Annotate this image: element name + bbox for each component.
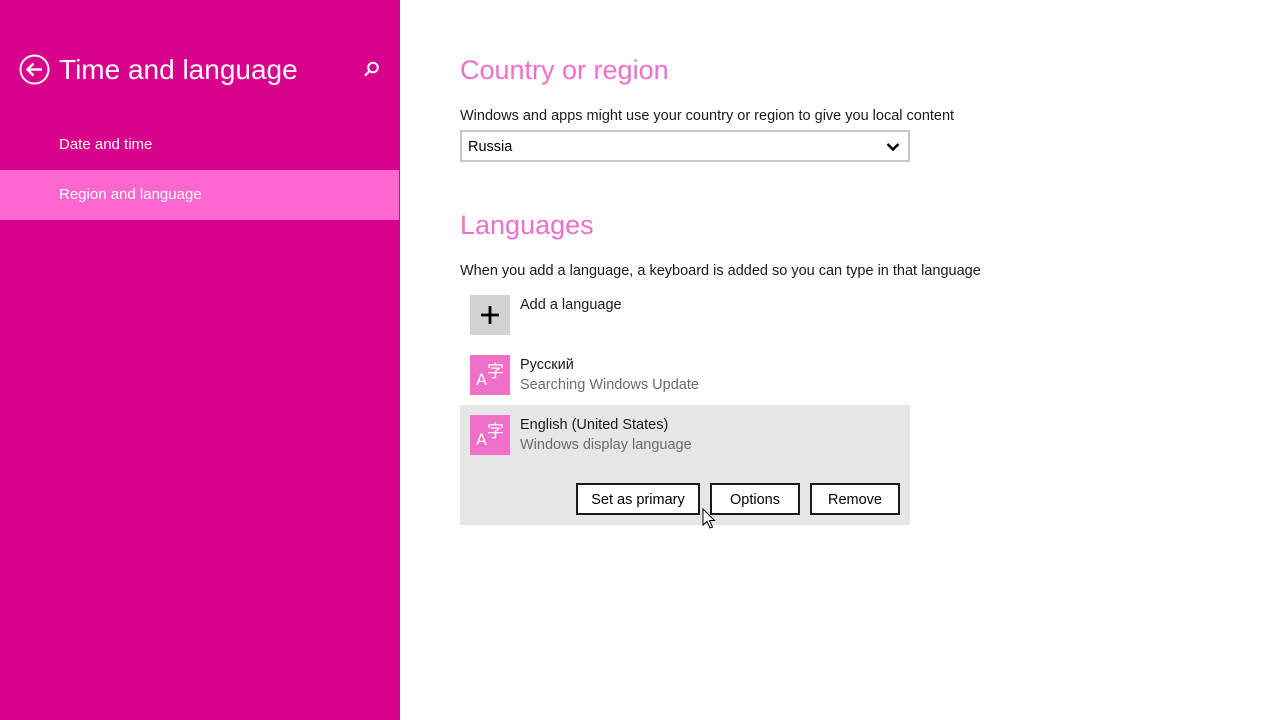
- page-title: Time and language: [59, 54, 298, 85]
- language-item-russian[interactable]: A 字 Русский Searching Windows Update: [460, 350, 910, 410]
- languages-section-title: Languages: [460, 210, 594, 240]
- language-item-english[interactable]: A 字 English (United States) Windows disp…: [460, 405, 910, 525]
- country-description: Windows and apps might use your country …: [460, 108, 955, 124]
- language-tile: A 字: [470, 415, 510, 455]
- language-name: English (United States): [520, 417, 669, 433]
- language-name: Русский: [520, 357, 574, 373]
- add-language-button[interactable]: Add a language: [460, 290, 910, 350]
- svg-text:A: A: [476, 370, 487, 389]
- set-as-primary-button[interactable]: Set as primary: [576, 483, 700, 515]
- back-button[interactable]: [19, 54, 50, 85]
- svg-text:字: 字: [487, 422, 504, 442]
- svg-text:A: A: [476, 430, 487, 449]
- sidebar-item-region-and-language[interactable]: Region and language: [0, 170, 399, 220]
- add-language-label: Add a language: [520, 297, 622, 313]
- sidebar-item-date-and-time[interactable]: Date and time: [0, 120, 399, 170]
- content-pane: Country or region Windows and apps might…: [400, 0, 1280, 720]
- search-button[interactable]: [360, 59, 382, 81]
- country-section-title: Country or region: [460, 55, 669, 85]
- country-dropdown-value: Russia: [468, 139, 513, 155]
- remove-button[interactable]: Remove: [810, 483, 900, 515]
- sidebar-item-label: Date and time: [59, 136, 153, 153]
- language-status: Windows display language: [520, 437, 692, 453]
- language-icon: A 字: [476, 362, 504, 389]
- plus-icon: [481, 306, 499, 324]
- search-icon: [364, 61, 379, 77]
- language-icon: A 字: [476, 422, 504, 449]
- back-arrow-icon: [19, 54, 50, 85]
- chevron-down-icon: [886, 143, 900, 152]
- options-button[interactable]: Options: [710, 483, 800, 515]
- language-tile: A 字: [470, 355, 510, 395]
- svg-text:字: 字: [487, 362, 504, 382]
- languages-description: When you add a language, a keyboard is a…: [460, 263, 981, 279]
- add-tile: [470, 295, 510, 335]
- sidebar-item-label: Region and language: [59, 186, 202, 203]
- country-dropdown[interactable]: Russia: [460, 130, 910, 162]
- sidebar: Time and language Date and time Region a…: [0, 0, 400, 720]
- language-status: Searching Windows Update: [520, 377, 699, 393]
